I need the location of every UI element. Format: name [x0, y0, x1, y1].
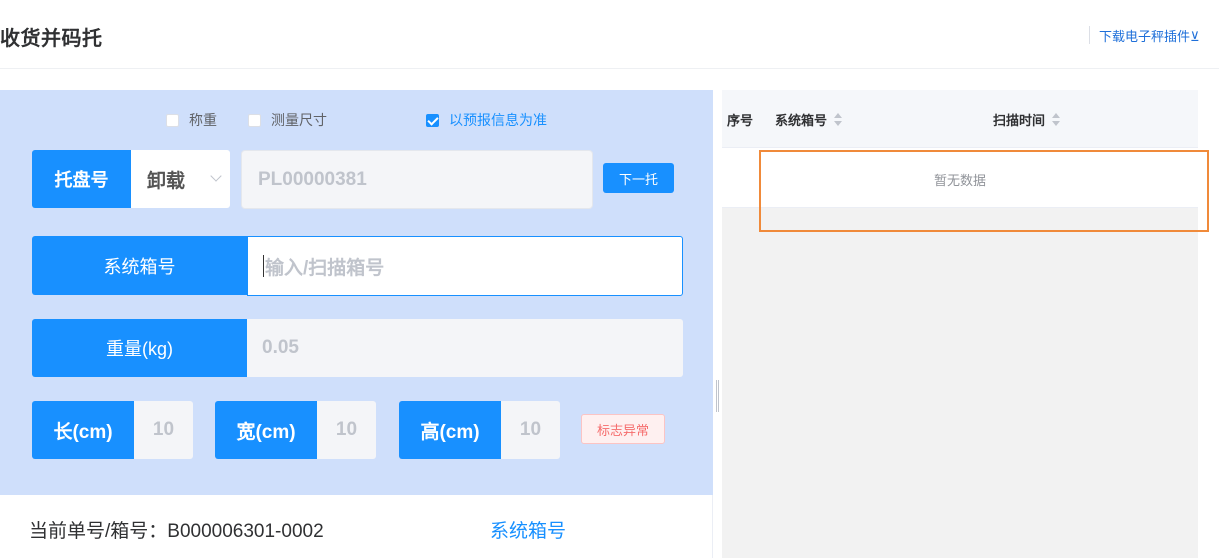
- checkbox-box[interactable]: [426, 113, 439, 127]
- height-input[interactable]: 10: [501, 401, 560, 459]
- current-system-box-link[interactable]: 系统箱号: [490, 516, 566, 543]
- use-prealert-checkbox[interactable]: 以预报信息为准: [426, 110, 547, 130]
- next-pallet-button[interactable]: 下一托: [603, 163, 674, 193]
- mark-abnormal-button[interactable]: 标志异常: [581, 414, 665, 444]
- column-header-seq: 序号: [727, 110, 753, 129]
- box-number-input[interactable]: 输入/扫描箱号: [247, 236, 683, 296]
- column-header-system-box[interactable]: 系统箱号: [775, 110, 843, 129]
- column-header-label: 扫描时间: [993, 113, 1046, 128]
- chevron-down-icon: [210, 170, 222, 182]
- header-separator: [1089, 26, 1090, 44]
- height-label: 高(cm): [399, 401, 501, 459]
- page-title: 收货并码托: [0, 28, 103, 50]
- column-header-label: 序号: [727, 113, 754, 128]
- length-input[interactable]: 10: [134, 401, 193, 459]
- text-cursor: [263, 255, 264, 277]
- pallet-mode-select[interactable]: 卸载: [131, 150, 230, 208]
- column-header-label: 系统箱号: [775, 113, 828, 128]
- pallet-label: 托盘号: [32, 150, 131, 208]
- box-number-placeholder: 输入/扫描箱号: [265, 257, 385, 279]
- panel-resize-handle[interactable]: [716, 380, 719, 412]
- weight-input[interactable]: 0.05: [247, 319, 683, 377]
- measure-checkbox[interactable]: 测量尺寸: [248, 110, 327, 130]
- download-scale-plugin-link[interactable]: 下载电子秤插件⊻: [1099, 26, 1200, 45]
- sort-icon[interactable]: [834, 113, 843, 126]
- weigh-checkbox[interactable]: 称重: [166, 110, 217, 130]
- weight-label: 重量(kg): [32, 319, 247, 377]
- measure-checkbox-label: 测量尺寸: [271, 112, 327, 128]
- weigh-checkbox-label: 称重: [189, 112, 217, 128]
- highlight-annotation-box: [759, 150, 1209, 232]
- width-input[interactable]: 10: [317, 401, 376, 459]
- checkbox-box[interactable]: [166, 113, 179, 127]
- pallet-number-input[interactable]: PL00000381: [241, 150, 593, 209]
- current-order-box-number: 当前单号/箱号：B000006301-0002: [29, 521, 324, 542]
- column-header-scan-time[interactable]: 扫描时间: [993, 110, 1061, 129]
- use-prealert-checkbox-label: 以预报信息为准: [449, 112, 547, 128]
- length-label: 长(cm): [32, 401, 134, 459]
- system-box-label: 系统箱号: [32, 236, 247, 295]
- header-divider: [0, 68, 1219, 69]
- sort-icon[interactable]: [1052, 113, 1061, 126]
- pallet-mode-value: 卸载: [147, 170, 186, 192]
- checkbox-box[interactable]: [248, 113, 261, 127]
- width-label: 宽(cm): [215, 401, 317, 459]
